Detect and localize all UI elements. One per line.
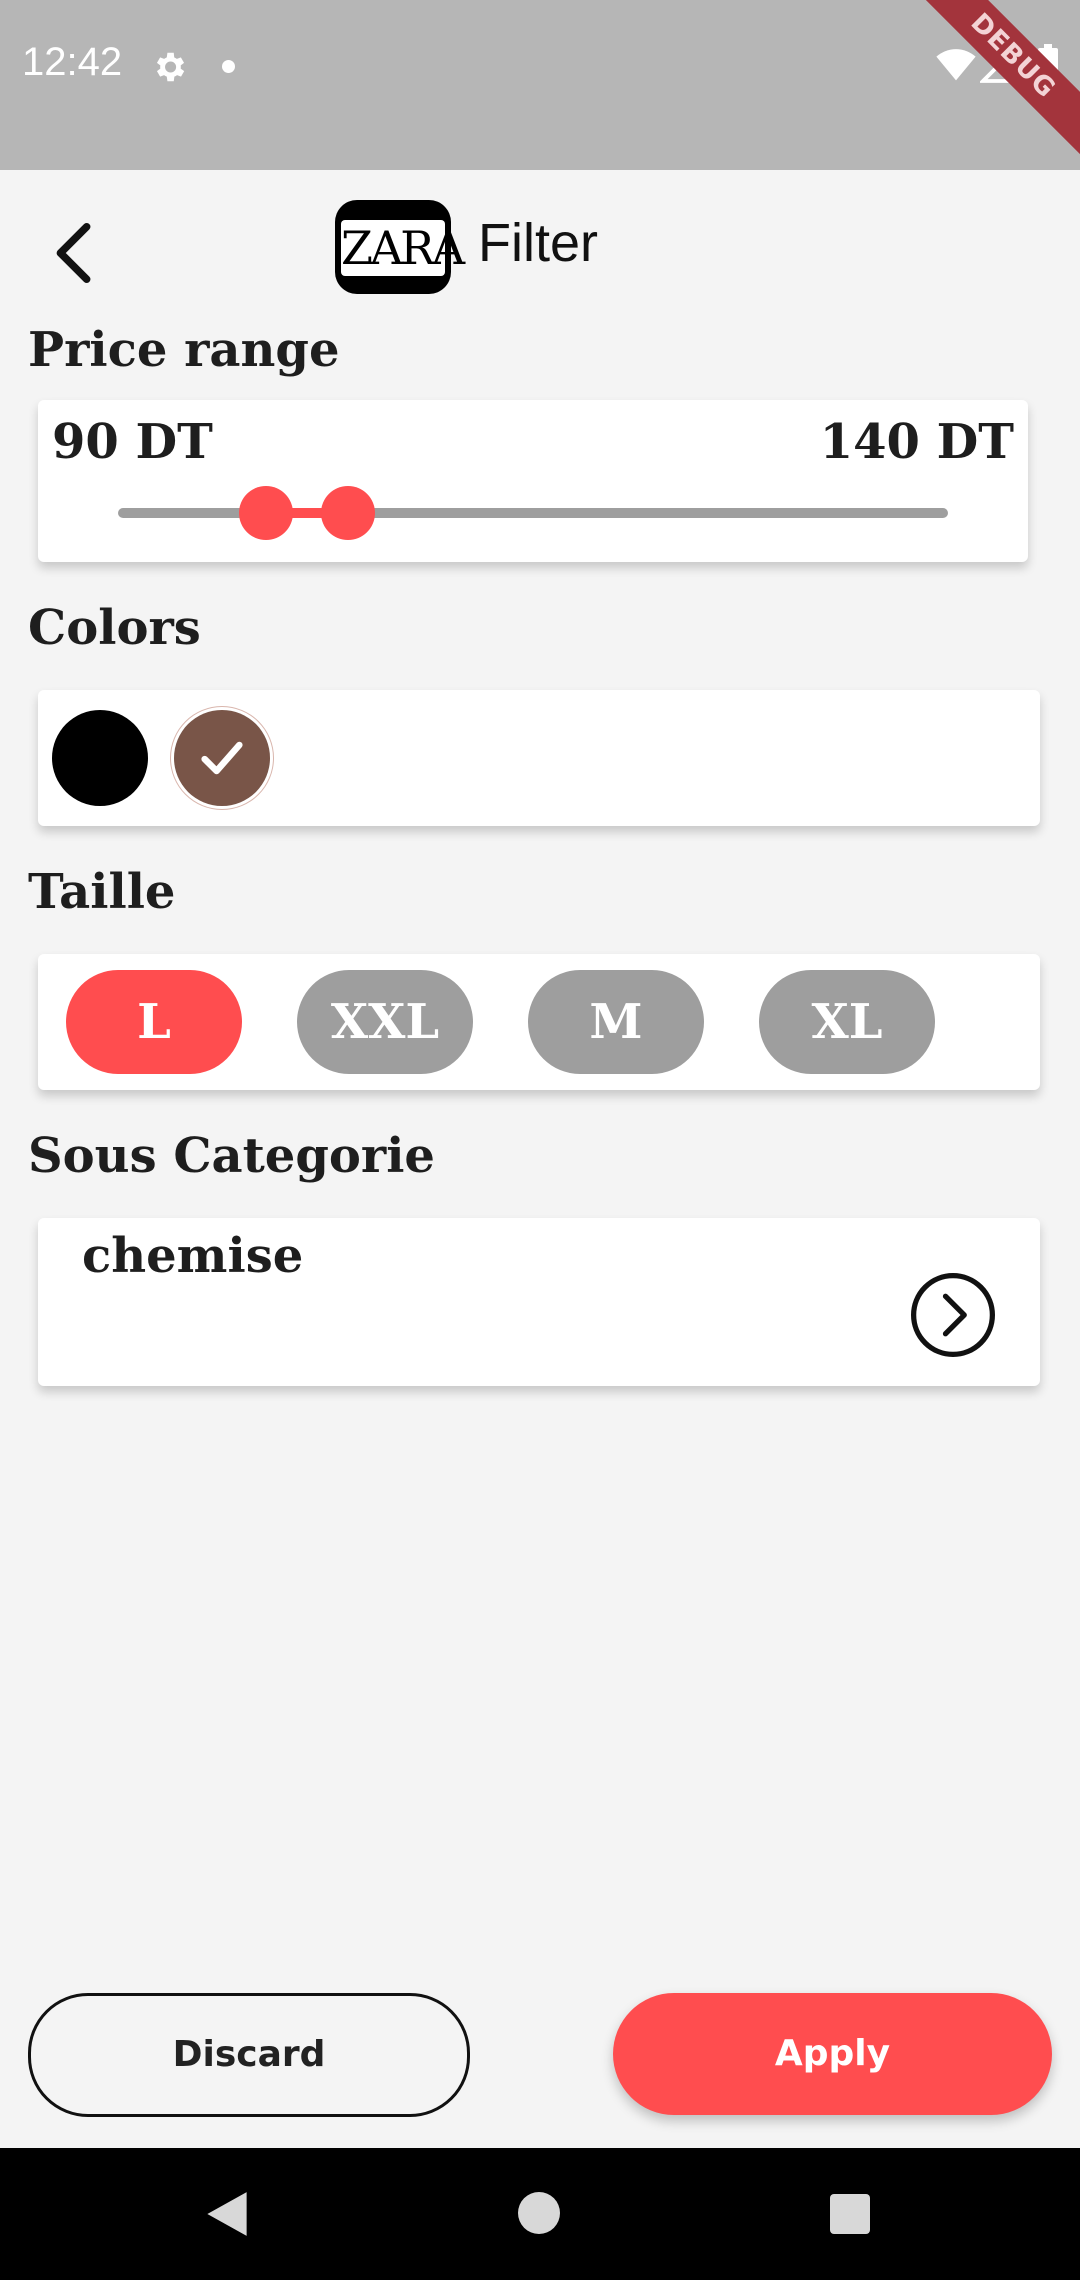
gear-icon xyxy=(156,52,185,82)
size-chip-xl[interactable]: XL xyxy=(759,970,935,1074)
section-title-colors: Colors xyxy=(28,600,201,656)
color-swatch-black[interactable] xyxy=(52,710,148,806)
price-max-label: 140 DT xyxy=(819,414,1014,470)
section-title-sous-categorie: Sous Categorie xyxy=(28,1128,435,1184)
price-range-card: 90 DT 140 DT xyxy=(38,400,1028,562)
discard-button[interactable]: Discard xyxy=(28,1993,470,2117)
price-slider-max-thumb[interactable] xyxy=(321,486,375,540)
sizes-card: L XXL M XL xyxy=(38,954,1040,1090)
chevron-right-circle-icon[interactable] xyxy=(908,1270,998,1360)
apply-button[interactable]: Apply xyxy=(613,1993,1052,2115)
nav-recents-icon[interactable] xyxy=(830,2194,870,2234)
status-bar: 12:42 DEBUG xyxy=(0,0,1080,170)
colors-card xyxy=(38,690,1040,826)
brand-logo-text: ZARA xyxy=(341,220,465,276)
section-title-price-range: Price range xyxy=(28,322,340,378)
color-swatch-brown[interactable] xyxy=(174,710,270,806)
nav-back-icon[interactable] xyxy=(205,2190,249,2238)
wifi-icon xyxy=(936,49,976,81)
check-icon xyxy=(201,741,243,775)
section-title-taille: Taille xyxy=(28,864,176,920)
size-chip-m[interactable]: M xyxy=(528,970,704,1074)
system-nav-bar xyxy=(0,2148,1080,2280)
notification-dot-icon xyxy=(222,60,235,73)
price-slider-min-thumb[interactable] xyxy=(239,486,293,540)
page-title: Filter xyxy=(478,213,598,273)
app-bar: ZARA Filter xyxy=(0,170,1080,320)
price-min-label: 90 DT xyxy=(52,414,213,470)
brand-logo: ZARA xyxy=(335,200,465,294)
subcategory-card[interactable]: chemise xyxy=(38,1218,1040,1386)
size-chip-l[interactable]: L xyxy=(66,970,242,1074)
chevron-left-icon[interactable] xyxy=(40,218,110,288)
size-chip-xxl[interactable]: XXL xyxy=(297,970,473,1074)
nav-home-icon[interactable] xyxy=(518,2192,560,2234)
subcategory-value: chemise xyxy=(82,1228,304,1284)
status-time: 12:42 xyxy=(22,40,123,84)
